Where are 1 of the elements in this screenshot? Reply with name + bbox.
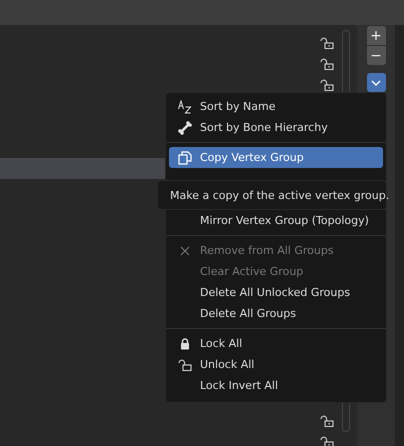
tooltip: Make a copy of the active vertex group.: [157, 180, 387, 210]
